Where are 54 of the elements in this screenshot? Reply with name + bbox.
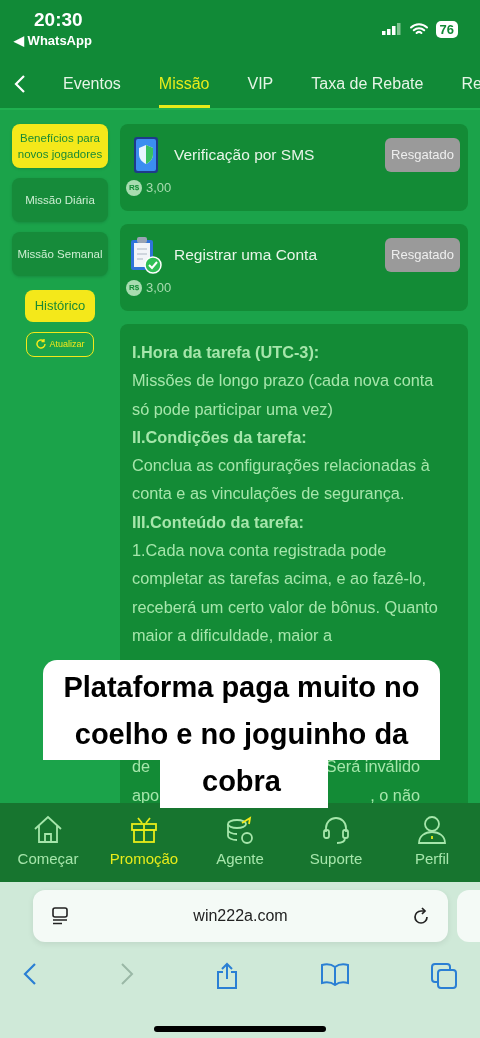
sidebar-item[interactable]: Benefícios para novos jogadores <box>12 124 108 168</box>
rules-text: de <box>132 756 151 778</box>
currency-icon: R$ <box>126 279 142 296</box>
clock-time: 20:30 <box>33 8 84 32</box>
sidebar-item[interactable]: Missão Diária <box>12 178 108 222</box>
nav-tab[interactable]: Promoção <box>99 813 189 872</box>
nav-tab[interactable]: Perfil <box>387 813 477 872</box>
rules-text: , o não <box>370 784 420 806</box>
phone-shield-icon <box>133 136 159 174</box>
nav-tab[interactable]: Suporte <box>291 813 381 872</box>
rules-heading: II.Condições da tarefa: <box>132 426 308 448</box>
home-icon <box>32 814 64 846</box>
headset-icon <box>320 814 352 846</box>
address-bar[interactable]: win222a.com <box>33 890 448 942</box>
rules-text: Será inválido <box>325 756 420 778</box>
tab[interactable]: Eventos <box>44 60 140 108</box>
rules-text: 1.Cada nova conta registrada pode completar as tarefas acima, e ao fazê-lo, receberá um certo valor de bônus. Quanto maior a dificuldade, maior a <box>132 540 439 646</box>
rules-text: Missões de longo prazo (cada nova conta só pode participar uma vez) <box>132 370 435 420</box>
reward-amount: 3,00 <box>146 179 172 197</box>
refresh-button[interactable]: Atualizar <box>26 331 94 357</box>
history-button[interactable]: Histórico <box>24 290 96 322</box>
refresh-icon <box>35 338 48 351</box>
coins-icon <box>224 814 256 846</box>
reload-icon[interactable] <box>412 906 430 926</box>
currency-icon: R$ <box>126 179 142 196</box>
mission-title: Verificação por SMS <box>174 145 316 166</box>
back-icon[interactable] <box>22 962 38 986</box>
clipboard-check-icon <box>130 236 162 274</box>
nav-tab[interactable]: Começar <box>3 813 93 872</box>
sidebar-item[interactable]: Missão Semanal <box>12 232 108 276</box>
rules-text: Conclua as configurações relacionadas à conta e as vinculações de segurança. <box>132 455 431 505</box>
rules-heading: I.Hora da tarefa (UTC-3): <box>132 342 321 363</box>
back-icon <box>14 74 26 94</box>
url-text: win222a.com <box>192 906 289 926</box>
signal-icon <box>381 23 402 35</box>
rules-heading: III.Conteúdo da tarefa: <box>132 511 305 533</box>
claimed-button[interactable]: Resgatado <box>385 238 460 272</box>
wifi-icon <box>409 22 428 36</box>
share-icon[interactable] <box>215 962 239 990</box>
battery-level: 76 <box>435 20 458 38</box>
forward-icon[interactable] <box>118 962 135 986</box>
mission-title: Registrar uma Conta <box>174 245 318 266</box>
back-to-app-link[interactable]: ◀ WhatsApp <box>14 32 92 50</box>
rules-text: apo <box>132 784 160 806</box>
tab[interactable]: VIP <box>228 60 293 108</box>
bookmarks-icon[interactable] <box>319 962 350 986</box>
nav-tab[interactable]: Agente <box>195 813 285 872</box>
page-menu-icon <box>51 907 69 925</box>
reward-amount: 3,00 <box>146 279 172 297</box>
claimed-button[interactable]: Resgatado <box>385 138 460 172</box>
tab[interactable]: Taxa de Rebate <box>292 60 443 108</box>
tab[interactable]: Missão <box>139 60 229 108</box>
tabs-icon[interactable] <box>430 962 458 990</box>
person-icon <box>416 814 448 846</box>
